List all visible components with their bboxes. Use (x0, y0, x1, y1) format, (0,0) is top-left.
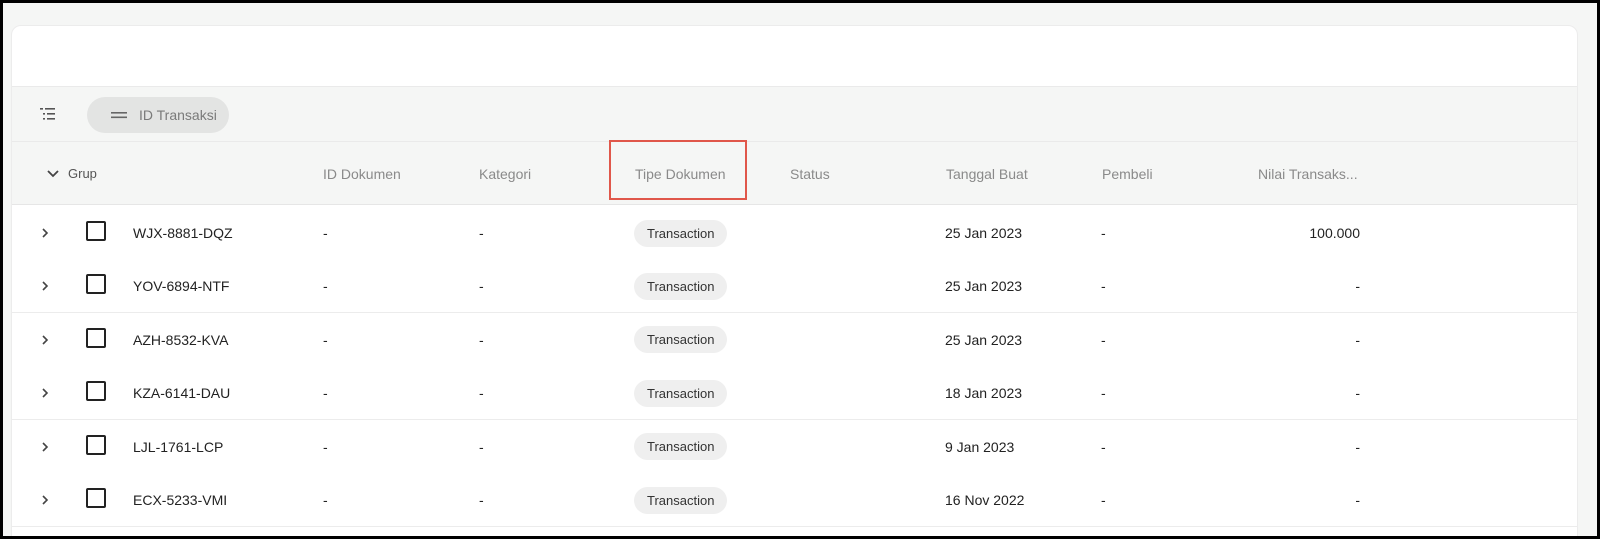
group-by-chip[interactable]: ID Transaksi (87, 97, 229, 133)
app-window: ID Transaksi Grup ID Dokumen Kategori Ti… (3, 3, 1597, 536)
chevron-right-icon[interactable] (40, 206, 56, 260)
row-tipe-dokumen: Transaction (634, 366, 728, 420)
column-header-nilai-transaksi[interactable]: Nilai Transaks... (1258, 142, 1358, 205)
row-id-dokumen: - (323, 438, 328, 455)
list-tree-icon[interactable] (38, 105, 58, 123)
row-checkbox[interactable] (86, 327, 106, 348)
row-tipe-dokumen: Transaction (634, 206, 728, 260)
row-pembeli: - (1101, 492, 1106, 508)
row-id-transaksi: AZH-8532-KVA (133, 331, 229, 348)
table-header: Grup ID Dokumen Kategori Tipe Dokumen St… (12, 142, 1577, 205)
row-kategori: - (479, 385, 484, 402)
column-header-id-dokumen[interactable]: ID Dokumen (323, 142, 401, 205)
row-pembeli: - (1101, 278, 1106, 295)
tipe-badge: Transaction (634, 433, 728, 461)
row-nilai-transaksi: - (1355, 331, 1360, 348)
row-checkbox[interactable] (86, 221, 106, 241)
row-id-transaksi: WJX-8881-DQZ (133, 225, 233, 241)
tipe-badge: Transaction (634, 219, 728, 247)
tipe-badge: Transaction (634, 379, 728, 407)
column-header-tanggal-buat[interactable]: Tanggal Buat (946, 142, 1028, 205)
table-row[interactable]: WJX-8881-DQZ - - Transaction 25 Jan 2023… (12, 206, 1577, 260)
table-row[interactable]: LJL-1761-LCP - - Transaction 9 Jan 2023 … (12, 419, 1577, 474)
row-nilai-transaksi: - (1355, 492, 1360, 508)
row-tanggal-buat: 9 Jan 2023 (945, 438, 1015, 455)
row-checkbox[interactable] (86, 488, 106, 508)
table-row[interactable]: AZH-8532-KVA - - Transaction 25 Jan 2023… (12, 312, 1577, 367)
row-pembeli: - (1101, 225, 1106, 241)
row-kategori: - (479, 492, 484, 508)
row-id-dokumen: - (323, 225, 328, 241)
row-id-transaksi: KZA-6141-DAU (133, 385, 231, 402)
column-header-pembeli[interactable]: Pembeli (1102, 142, 1153, 205)
table-row[interactable]: YOV-6894-NTF - - Transaction 25 Jan 2023… (12, 259, 1577, 314)
column-header-grup-label: Grup (68, 166, 97, 181)
row-kategori: - (479, 438, 484, 455)
row-id-dokumen: - (323, 385, 328, 402)
tipe-badge: Transaction (634, 272, 728, 300)
chevron-right-icon[interactable] (40, 473, 56, 527)
column-header-grup[interactable]: Grup (46, 142, 97, 205)
chevron-right-icon[interactable] (40, 420, 56, 474)
row-pembeli: - (1101, 385, 1106, 402)
row-id-dokumen: - (323, 331, 328, 348)
table-row[interactable]: ECX-5233-VMI - - Transaction 16 Nov 2022… (12, 473, 1577, 527)
column-header-kategori[interactable]: Kategori (479, 142, 531, 205)
chevron-right-icon[interactable] (40, 313, 56, 367)
row-kategori: - (479, 331, 484, 348)
grouping-toolbar: ID Transaksi (12, 86, 1577, 142)
table-row[interactable]: KZA-6141-DAU - - Transaction 18 Jan 2023… (12, 366, 1577, 421)
tipe-badge: Transaction (634, 326, 728, 354)
row-pembeli: - (1101, 438, 1106, 455)
row-id-dokumen: - (323, 278, 328, 295)
row-checkbox[interactable] (86, 274, 106, 295)
row-kategori: - (479, 278, 484, 295)
row-checkbox[interactable] (86, 381, 106, 402)
row-nilai-transaksi: - (1355, 278, 1360, 295)
chevron-down-icon (47, 169, 59, 177)
column-header-tipe-dokumen[interactable]: Tipe Dokumen (635, 142, 726, 205)
row-nilai-transaksi: - (1355, 385, 1360, 402)
row-tanggal-buat: 25 Jan 2023 (945, 225, 1023, 241)
row-kategori: - (479, 225, 484, 241)
row-tanggal-buat: 25 Jan 2023 (945, 331, 1023, 348)
chevron-right-icon[interactable] (40, 259, 56, 313)
row-tipe-dokumen: Transaction (634, 259, 728, 313)
row-tipe-dokumen: Transaction (634, 313, 728, 367)
row-id-dokumen: - (323, 492, 328, 508)
drag-handle-icon (111, 112, 127, 119)
row-tipe-dokumen: Transaction (634, 473, 728, 527)
row-tipe-dokumen: Transaction (634, 420, 728, 474)
row-id-transaksi: YOV-6894-NTF (133, 278, 230, 295)
tipe-badge: Transaction (634, 486, 728, 514)
row-tanggal-buat: 25 Jan 2023 (945, 278, 1023, 295)
row-checkbox[interactable] (86, 434, 106, 455)
column-header-status[interactable]: Status (790, 142, 830, 205)
chevron-right-icon[interactable] (40, 366, 56, 420)
row-nilai-transaksi: 100.000 (1309, 225, 1360, 241)
row-id-transaksi: ECX-5233-VMI (133, 492, 228, 508)
group-by-chip-label: ID Transaksi (139, 107, 217, 123)
row-id-transaksi: LJL-1761-LCP (133, 438, 224, 455)
table-panel: ID Transaksi Grup ID Dokumen Kategori Ti… (11, 25, 1578, 536)
row-tanggal-buat: 16 Nov 2022 (945, 492, 1025, 508)
row-tanggal-buat: 18 Jan 2023 (945, 385, 1023, 402)
row-pembeli: - (1101, 331, 1106, 348)
row-nilai-transaksi: - (1355, 438, 1360, 455)
